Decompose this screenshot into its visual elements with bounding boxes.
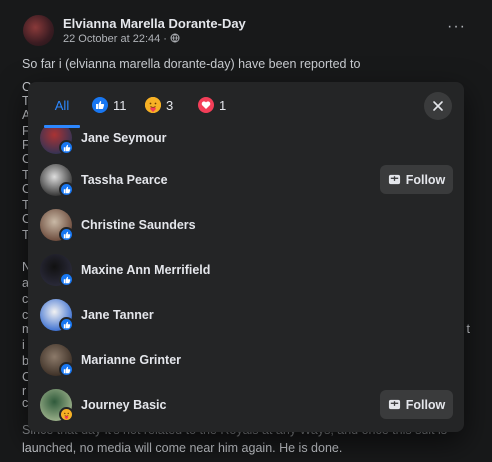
reactions-dialog: All 11 3 1 Jane Seymour Tassha Pearce Fo… xyxy=(28,82,464,432)
follow-icon xyxy=(388,174,400,185)
reactor-name[interactable]: Journey Basic xyxy=(81,398,166,412)
like-badge-icon xyxy=(59,182,74,197)
reactor-row[interactable]: Jane Seymour xyxy=(28,128,464,161)
tab-all-label: All xyxy=(54,97,70,113)
reactor-name[interactable]: Christine Saunders xyxy=(81,218,196,232)
tab-like[interactable]: 11 xyxy=(92,82,127,128)
reactor-name[interactable]: Maxine Ann Merrifield xyxy=(81,263,210,277)
reactor-row[interactable]: Maxine Ann Merrifield xyxy=(28,248,464,293)
follow-button[interactable]: Follow xyxy=(380,165,453,194)
reactor-row[interactable]: Tassha Pearce Follow xyxy=(28,158,464,203)
reactor-row[interactable]: Jane Tanner xyxy=(28,293,464,338)
reactor-name[interactable]: Marianne Grinter xyxy=(81,353,181,367)
post-options-button[interactable]: ··· xyxy=(447,18,466,36)
like-badge-icon xyxy=(59,362,74,377)
reactor-row[interactable]: Marianne Grinter xyxy=(28,338,464,383)
like-badge-icon xyxy=(59,227,74,242)
like-icon xyxy=(92,97,108,113)
follow-button[interactable]: Follow xyxy=(380,390,453,419)
reactor-row[interactable]: Christine Saunders xyxy=(28,203,464,248)
reaction-tabs: All 11 3 1 xyxy=(28,82,464,128)
tab-care[interactable]: 3 xyxy=(145,82,173,128)
heart-icon xyxy=(198,97,214,113)
reactor-list[interactable]: Jane Seymour Tassha Pearce Follow Christine… xyxy=(28,128,464,432)
post-author-avatar[interactable] xyxy=(23,15,54,46)
care-badge-icon xyxy=(59,407,74,422)
like-badge-icon xyxy=(59,140,74,155)
post-author-name[interactable]: Elvianna Marella Dorante-Day xyxy=(63,16,246,31)
follow-label: Follow xyxy=(405,397,446,412)
post-timestamp[interactable]: 22 October at 22:44 · xyxy=(63,33,180,45)
globe-icon xyxy=(170,33,180,43)
post-timestamp-text: 22 October at 22:44 · xyxy=(63,33,171,45)
care-count: 3 xyxy=(166,97,174,113)
follow-label: Follow xyxy=(405,172,446,187)
like-count: 11 xyxy=(113,97,127,113)
close-button[interactable] xyxy=(424,92,452,120)
reactor-name[interactable]: Jane Seymour xyxy=(81,131,166,145)
post-text-edge: t xyxy=(466,322,470,336)
care-icon xyxy=(145,97,161,113)
post-text-fragment: i xyxy=(22,338,25,352)
like-badge-icon xyxy=(59,317,74,332)
tab-all[interactable]: All xyxy=(44,82,80,128)
post-text-line: So far i (elvianna marella dorante-day) … xyxy=(22,57,361,71)
post-text-line: launched, no media will come near him ag… xyxy=(22,441,343,455)
reactor-name[interactable]: Tassha Pearce xyxy=(81,173,168,187)
close-icon xyxy=(433,101,443,111)
follow-icon xyxy=(388,399,400,410)
reactor-row[interactable]: Journey Basic Follow xyxy=(28,383,464,428)
reactor-name[interactable]: Jane Tanner xyxy=(81,308,154,322)
like-badge-icon xyxy=(59,272,74,287)
tab-love[interactable]: 1 xyxy=(198,82,226,128)
love-count: 1 xyxy=(219,97,227,113)
